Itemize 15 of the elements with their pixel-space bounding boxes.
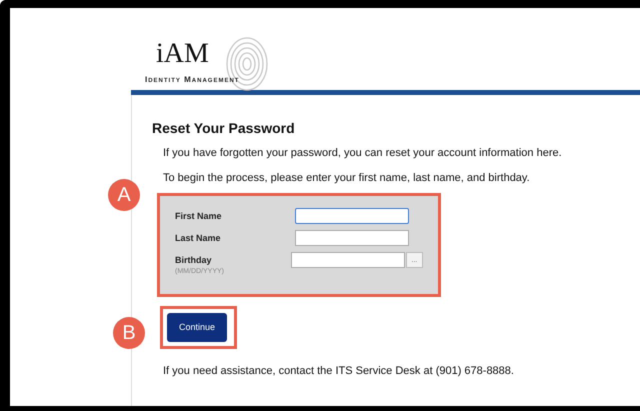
field-label: First Name: [175, 210, 223, 223]
callout-marker: A: [108, 179, 140, 211]
logo-subtitle: Identity Management: [145, 74, 240, 86]
field-label: Birthday: [175, 254, 213, 267]
instruction-text: If you have forgotten your password, you can reset your account information here.: [163, 146, 563, 160]
callout-marker: B: [113, 317, 145, 349]
logo-title: iAM: [156, 40, 209, 68]
input-field[interactable]: [295, 230, 409, 246]
input-field[interactable]: [295, 208, 409, 224]
continue-button[interactable]: Continue: [167, 313, 227, 342]
birthday-field[interactable]: [290, 252, 405, 268]
instruction-text: To begin the process, please enter your first name, last name, and birthday.: [163, 171, 531, 185]
field-label: Last Name: [175, 232, 222, 245]
page-heading: Reset Your Password: [152, 119, 296, 137]
help-text: If you need assistance, contact the ITS Service Desk at (901) 678-8888.: [162, 364, 515, 379]
